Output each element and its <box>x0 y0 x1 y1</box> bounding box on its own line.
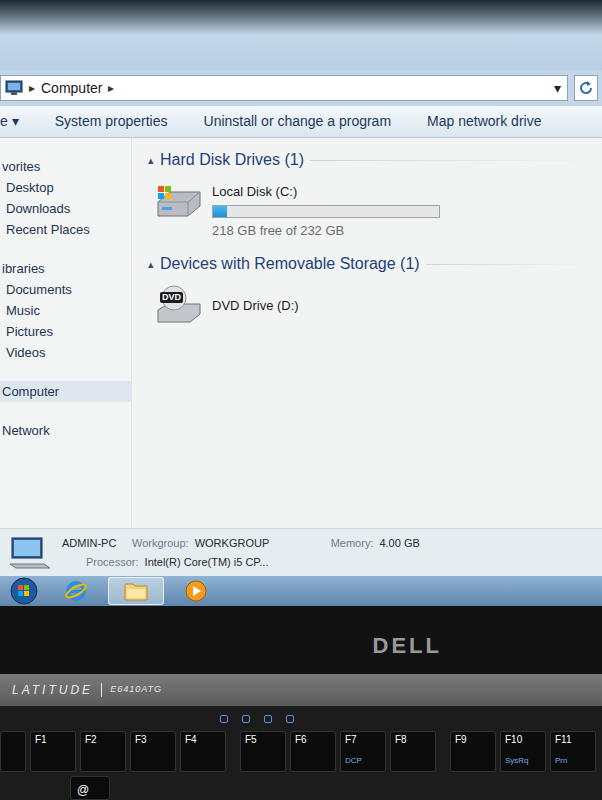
toolbar-button[interactable]: System properties <box>55 111 168 132</box>
nav-item[interactable]: Documents <box>0 279 131 300</box>
model-label: E6410ATG <box>110 683 162 697</box>
content-pane: ▴Hard Disk Drives (1) Local Disk (C:) 218 … <box>132 138 602 528</box>
group-header[interactable]: ▴Hard Disk Drives (1) <box>148 148 596 172</box>
collapse-toggle[interactable]: ▴ <box>148 152 154 169</box>
nav-item[interactable]: Music <box>0 300 131 321</box>
taskbar-button[interactable] <box>48 577 104 605</box>
function-key[interactable]: F4 <box>180 731 226 772</box>
computer-name: ADMIN-PC <box>62 535 126 552</box>
indicator-light <box>264 715 272 723</box>
drive-name[interactable]: DVD Drive (D:) <box>212 284 299 316</box>
capacity-bar <box>212 205 440 218</box>
refresh-button[interactable] <box>574 75 598 101</box>
bezel: DELL <box>0 606 602 674</box>
processor: Intel(R) Core(TM) i5 CP... <box>145 554 269 571</box>
function-key[interactable]: F5 <box>240 731 286 772</box>
toolbar-button[interactable]: e ▾ <box>0 111 19 132</box>
nav-item[interactable]: Network <box>0 420 131 441</box>
toolbar-button[interactable]: Uninstall or change a program <box>204 111 392 132</box>
nav-item[interactable]: Pictures <box>0 321 131 342</box>
taskbar-button[interactable] <box>108 577 164 605</box>
local-disk[interactable]: Local Disk (C:) 218 GB free of 232 GB <box>148 172 596 252</box>
explorer-icon <box>123 580 149 602</box>
function-key[interactable]: F3 <box>130 731 176 772</box>
main-area: voritesDesktopDownloadsRecent Places ibra… <box>0 138 602 528</box>
function-key[interactable]: F10SysRq <box>500 731 546 772</box>
nav-item[interactable]: Downloads <box>0 198 131 219</box>
keyboard: F1F2F3F4 F5F6F7DCPF8 F9F10SysRqF11Prn @ <box>0 706 602 800</box>
address-dropdown[interactable]: ▾ <box>554 78 561 99</box>
indicator-light <box>242 715 250 723</box>
nav-item[interactable]: Desktop <box>0 177 131 198</box>
breadcrumb-separator[interactable]: ▸ <box>108 79 114 97</box>
group-header[interactable]: ▴Devices with Removable Storage (1) <box>148 252 596 276</box>
media-icon <box>184 579 208 603</box>
hard-disk-icon <box>154 180 204 222</box>
dvd-drive[interactable]: DVD DVD Drive (D:) <box>148 276 596 338</box>
nav-item[interactable]: Videos <box>0 342 131 363</box>
memory: 4.00 GB <box>379 535 419 552</box>
address-bar[interactable]: ▸ Computer ▸ ▾ <box>0 75 568 101</box>
nav-item[interactable]: vorites <box>0 156 131 177</box>
ie-icon <box>64 579 88 603</box>
function-key[interactable]: F2 <box>80 731 126 772</box>
start-button[interactable] <box>4 577 44 605</box>
breadcrumb[interactable]: Computer <box>41 78 102 99</box>
free-space: 218 GB free of 232 GB <box>212 221 440 241</box>
function-key[interactable]: F6 <box>290 731 336 772</box>
brand-logo: DELL <box>373 629 442 662</box>
taskbar-button[interactable] <box>168 577 224 605</box>
number-key-row: @ <box>0 776 602 800</box>
dvd-drive-icon: DVD <box>154 284 204 326</box>
nav-item[interactable]: Computer <box>0 381 131 402</box>
details-pane: ADMIN-PCWorkgroup:WORKGROUPMemory:4.00 G… <box>0 528 602 576</box>
breadcrumb-separator[interactable]: ▸ <box>29 79 35 97</box>
collapse-toggle[interactable]: ▴ <box>148 256 154 273</box>
series-label: LATITUDE <box>12 681 93 699</box>
computer-icon <box>5 80 23 96</box>
key[interactable]: @ <box>70 776 110 800</box>
toolbar-button[interactable]: Map network drive <box>427 111 541 132</box>
refresh-icon <box>578 80 594 96</box>
escape-key[interactable] <box>0 731 26 772</box>
function-key[interactable]: F11Prn <box>550 731 596 772</box>
indicator-light <box>220 715 228 723</box>
model-band: LATITUDE E6410ATG <box>0 674 602 706</box>
nav-item[interactable]: ibraries <box>0 258 131 279</box>
function-key[interactable]: F7DCP <box>340 731 386 772</box>
function-key[interactable]: F1 <box>30 731 76 772</box>
window-frame <box>0 0 602 70</box>
toolbar: e ▾ System properties Uninstall or change … <box>0 106 602 138</box>
navigation-pane: voritesDesktopDownloadsRecent Places ibra… <box>0 138 132 528</box>
function-key[interactable]: F8 <box>390 731 436 772</box>
workgroup: WORKGROUP <box>195 535 325 552</box>
taskbar <box>0 576 602 606</box>
computer-icon <box>8 536 52 570</box>
function-key[interactable]: F9 <box>450 731 496 772</box>
indicator-light <box>286 715 294 723</box>
dvd-badge: DVD <box>160 292 183 303</box>
drive-name[interactable]: Local Disk (C:) <box>212 182 440 202</box>
function-key-row: F1F2F3F4 F5F6F7DCPF8 F9F10SysRqF11Prn <box>0 731 602 772</box>
capacity-fill <box>213 206 227 217</box>
start-icon <box>10 577 38 605</box>
nav-item[interactable]: Recent Places <box>0 219 131 240</box>
address-row: ▸ Computer ▸ ▾ <box>0 70 602 106</box>
screen: ▸ Computer ▸ ▾ e ▾ System properties Uninstall… <box>0 0 602 606</box>
